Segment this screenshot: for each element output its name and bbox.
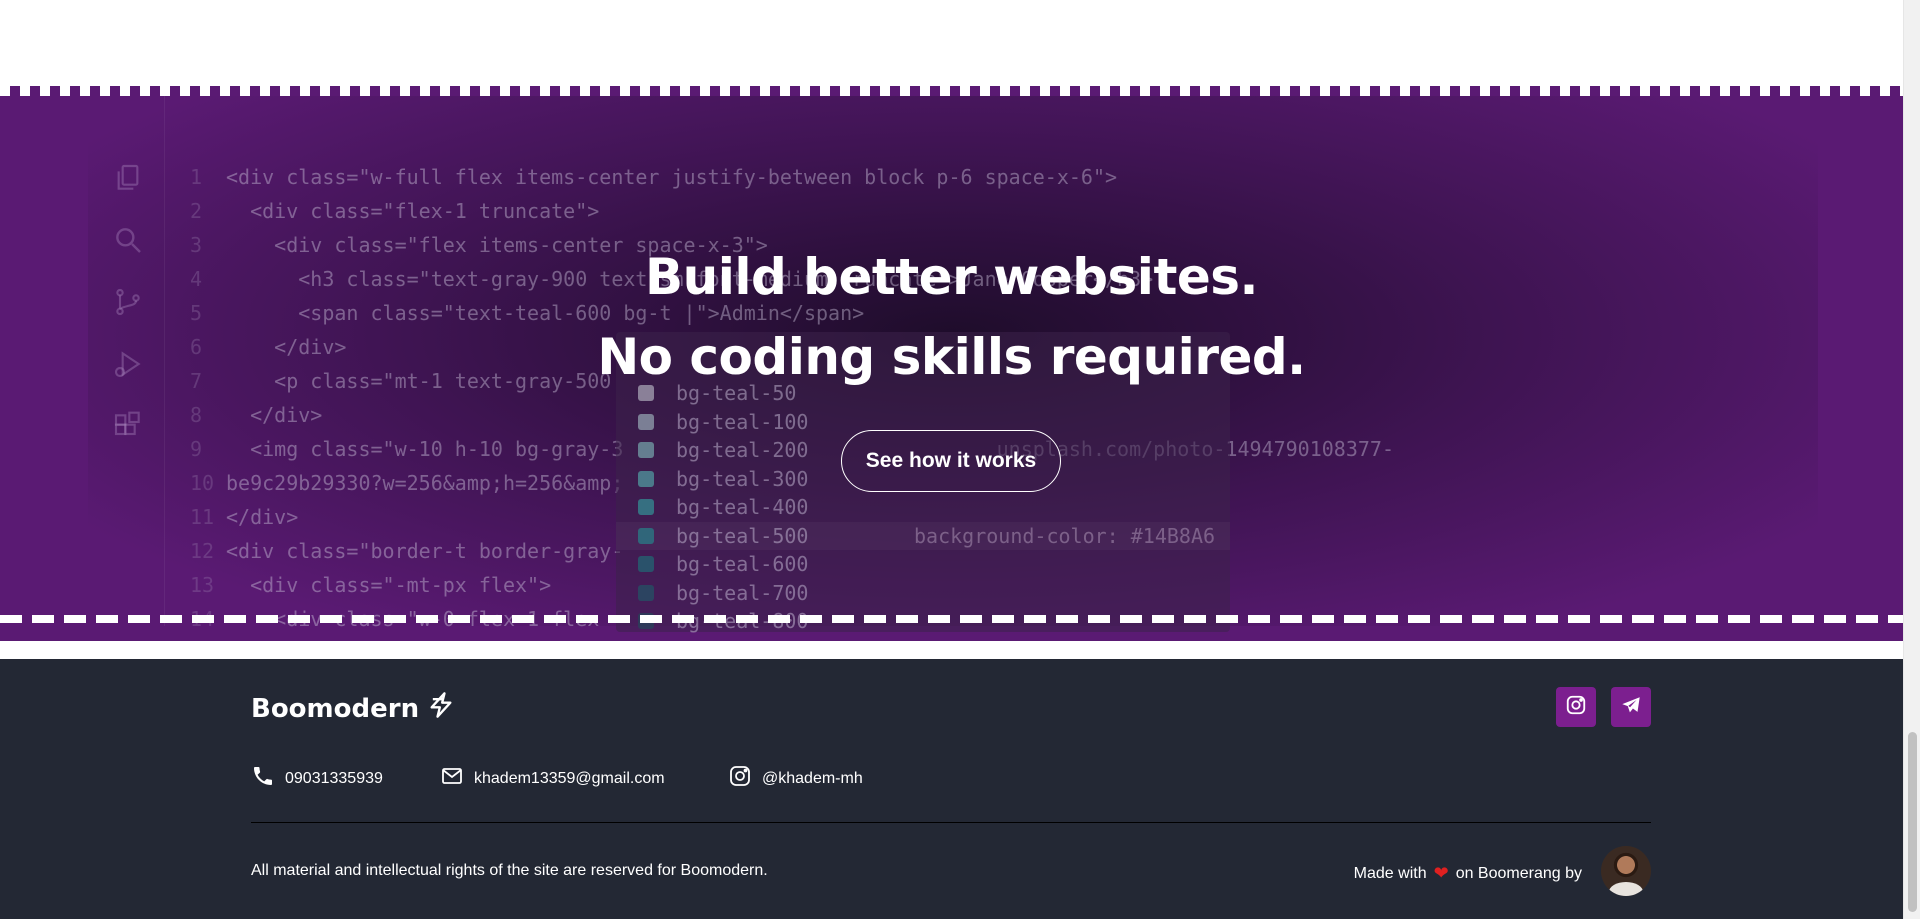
autocomplete-label: bg-teal-100	[676, 409, 809, 434]
autocomplete-item[interactable]: bg-teal-500 background-color: #14B8A6	[616, 521, 1230, 550]
autocomplete-label: bg-teal-500	[676, 523, 809, 548]
made-with-label: Made with	[1353, 864, 1427, 882]
contact-phone[interactable]: 09031335939	[251, 764, 383, 793]
autocomplete-label: bg-teal-200	[676, 438, 809, 462]
autocomplete-item[interactable]: bg-teal-300	[638, 465, 808, 493]
line-text: be9c29b29330?w=256&amp;h=256&amp;	[226, 471, 624, 495]
files-icon	[112, 162, 144, 194]
hero-section: 1 <div class="w-full flex items-center ju…	[0, 86, 1903, 641]
made-on-label: on Boomerang by	[1455, 864, 1582, 882]
hero-bottom-dashed-edge	[0, 615, 1903, 623]
autocomplete-item[interactable]: bg-teal-700	[638, 579, 808, 607]
line-number: 9	[190, 437, 203, 461]
instagram-link[interactable]	[1556, 687, 1596, 727]
page: 1 <div class="w-full flex items-center ju…	[0, 0, 1903, 919]
brand-name: Boomodern	[251, 693, 420, 724]
autocomplete-item[interactable]: bg-teal-600	[638, 550, 808, 578]
code-line: 2 <div class="flex-1 truncate">	[190, 194, 1394, 228]
line-text: </div>	[226, 403, 323, 427]
line-text: <div class="border-t border-gray-	[226, 539, 624, 563]
line-number: 1	[190, 165, 203, 189]
color-swatch	[638, 584, 654, 601]
color-swatch	[638, 556, 654, 572]
instagram-icon	[728, 764, 752, 793]
autocomplete-label: bg-teal-400	[676, 495, 809, 519]
autocomplete-label: bg-teal-600	[676, 552, 809, 576]
line-number: 8	[190, 403, 203, 427]
mail-icon	[440, 764, 464, 793]
contact-instagram[interactable]: @khadem-mh	[728, 764, 863, 793]
autocomplete-hint: background-color: #14B8A6	[914, 523, 1216, 548]
autocomplete-item[interactable]: bg-teal-400	[638, 493, 808, 521]
site-footer: Boomodern 09031335939 khadem13359@gmail.…	[0, 659, 1903, 919]
author-avatar[interactable]	[1601, 846, 1651, 896]
telegram-icon	[1620, 694, 1642, 721]
made-with-credit: Made with ❤ on Boomerang by	[1354, 863, 1582, 884]
footer-brand[interactable]: Boomodern	[251, 691, 455, 726]
line-number: 11	[190, 505, 215, 529]
lightning-icon	[427, 691, 455, 726]
autocomplete-item[interactable]: bg-teal-100	[638, 408, 808, 436]
line-text: <div class="-mt-px flex">	[226, 573, 552, 597]
extensions-icon	[112, 410, 144, 442]
telegram-link[interactable]	[1611, 687, 1651, 727]
line-text: </div>	[226, 505, 299, 529]
color-swatch	[638, 527, 654, 544]
heart-icon: ❤	[1433, 863, 1449, 883]
hero-headline-line1: Build better websites.	[644, 248, 1259, 306]
instagram-icon	[1565, 694, 1587, 721]
hero-top-dashed-edge	[0, 86, 1903, 96]
hero-headline-line2: No coding skills required.	[597, 328, 1306, 386]
contact-email[interactable]: khadem13359@gmail.com	[440, 764, 665, 793]
color-swatch	[638, 442, 654, 458]
line-number: 13	[190, 573, 215, 597]
autocomplete-item[interactable]: bg-teal-200	[638, 436, 808, 464]
see-how-it-works-button[interactable]: See how it works	[841, 430, 1061, 492]
instagram-handle: @khadem-mh	[762, 769, 863, 787]
email-address: khadem13359@gmail.com	[474, 769, 665, 787]
page-scrollbar[interactable]	[1903, 0, 1920, 919]
autocomplete-label: bg-teal-700	[676, 580, 809, 605]
line-text: <div class="w-full flex items-center jus…	[226, 165, 1118, 189]
autocomplete-label: bg-teal-300	[676, 466, 809, 491]
color-swatch	[638, 499, 654, 515]
phone-number: 09031335939	[285, 769, 383, 787]
color-swatch	[638, 470, 654, 487]
code-line: 1 <div class="w-full flex items-center ju…	[190, 160, 1394, 194]
color-swatch	[638, 385, 654, 401]
color-swatch	[638, 413, 654, 430]
copyright-text: All material and intellectual rights of …	[251, 862, 768, 879]
line-number: 2	[190, 199, 203, 223]
line-number: 10	[190, 471, 215, 495]
line-text: <div class="flex-1 truncate">	[226, 199, 600, 223]
scrollbar-thumb[interactable]	[1908, 732, 1917, 912]
footer-divider	[251, 822, 1651, 823]
phone-icon	[251, 764, 275, 793]
line-number: 12	[190, 539, 215, 563]
